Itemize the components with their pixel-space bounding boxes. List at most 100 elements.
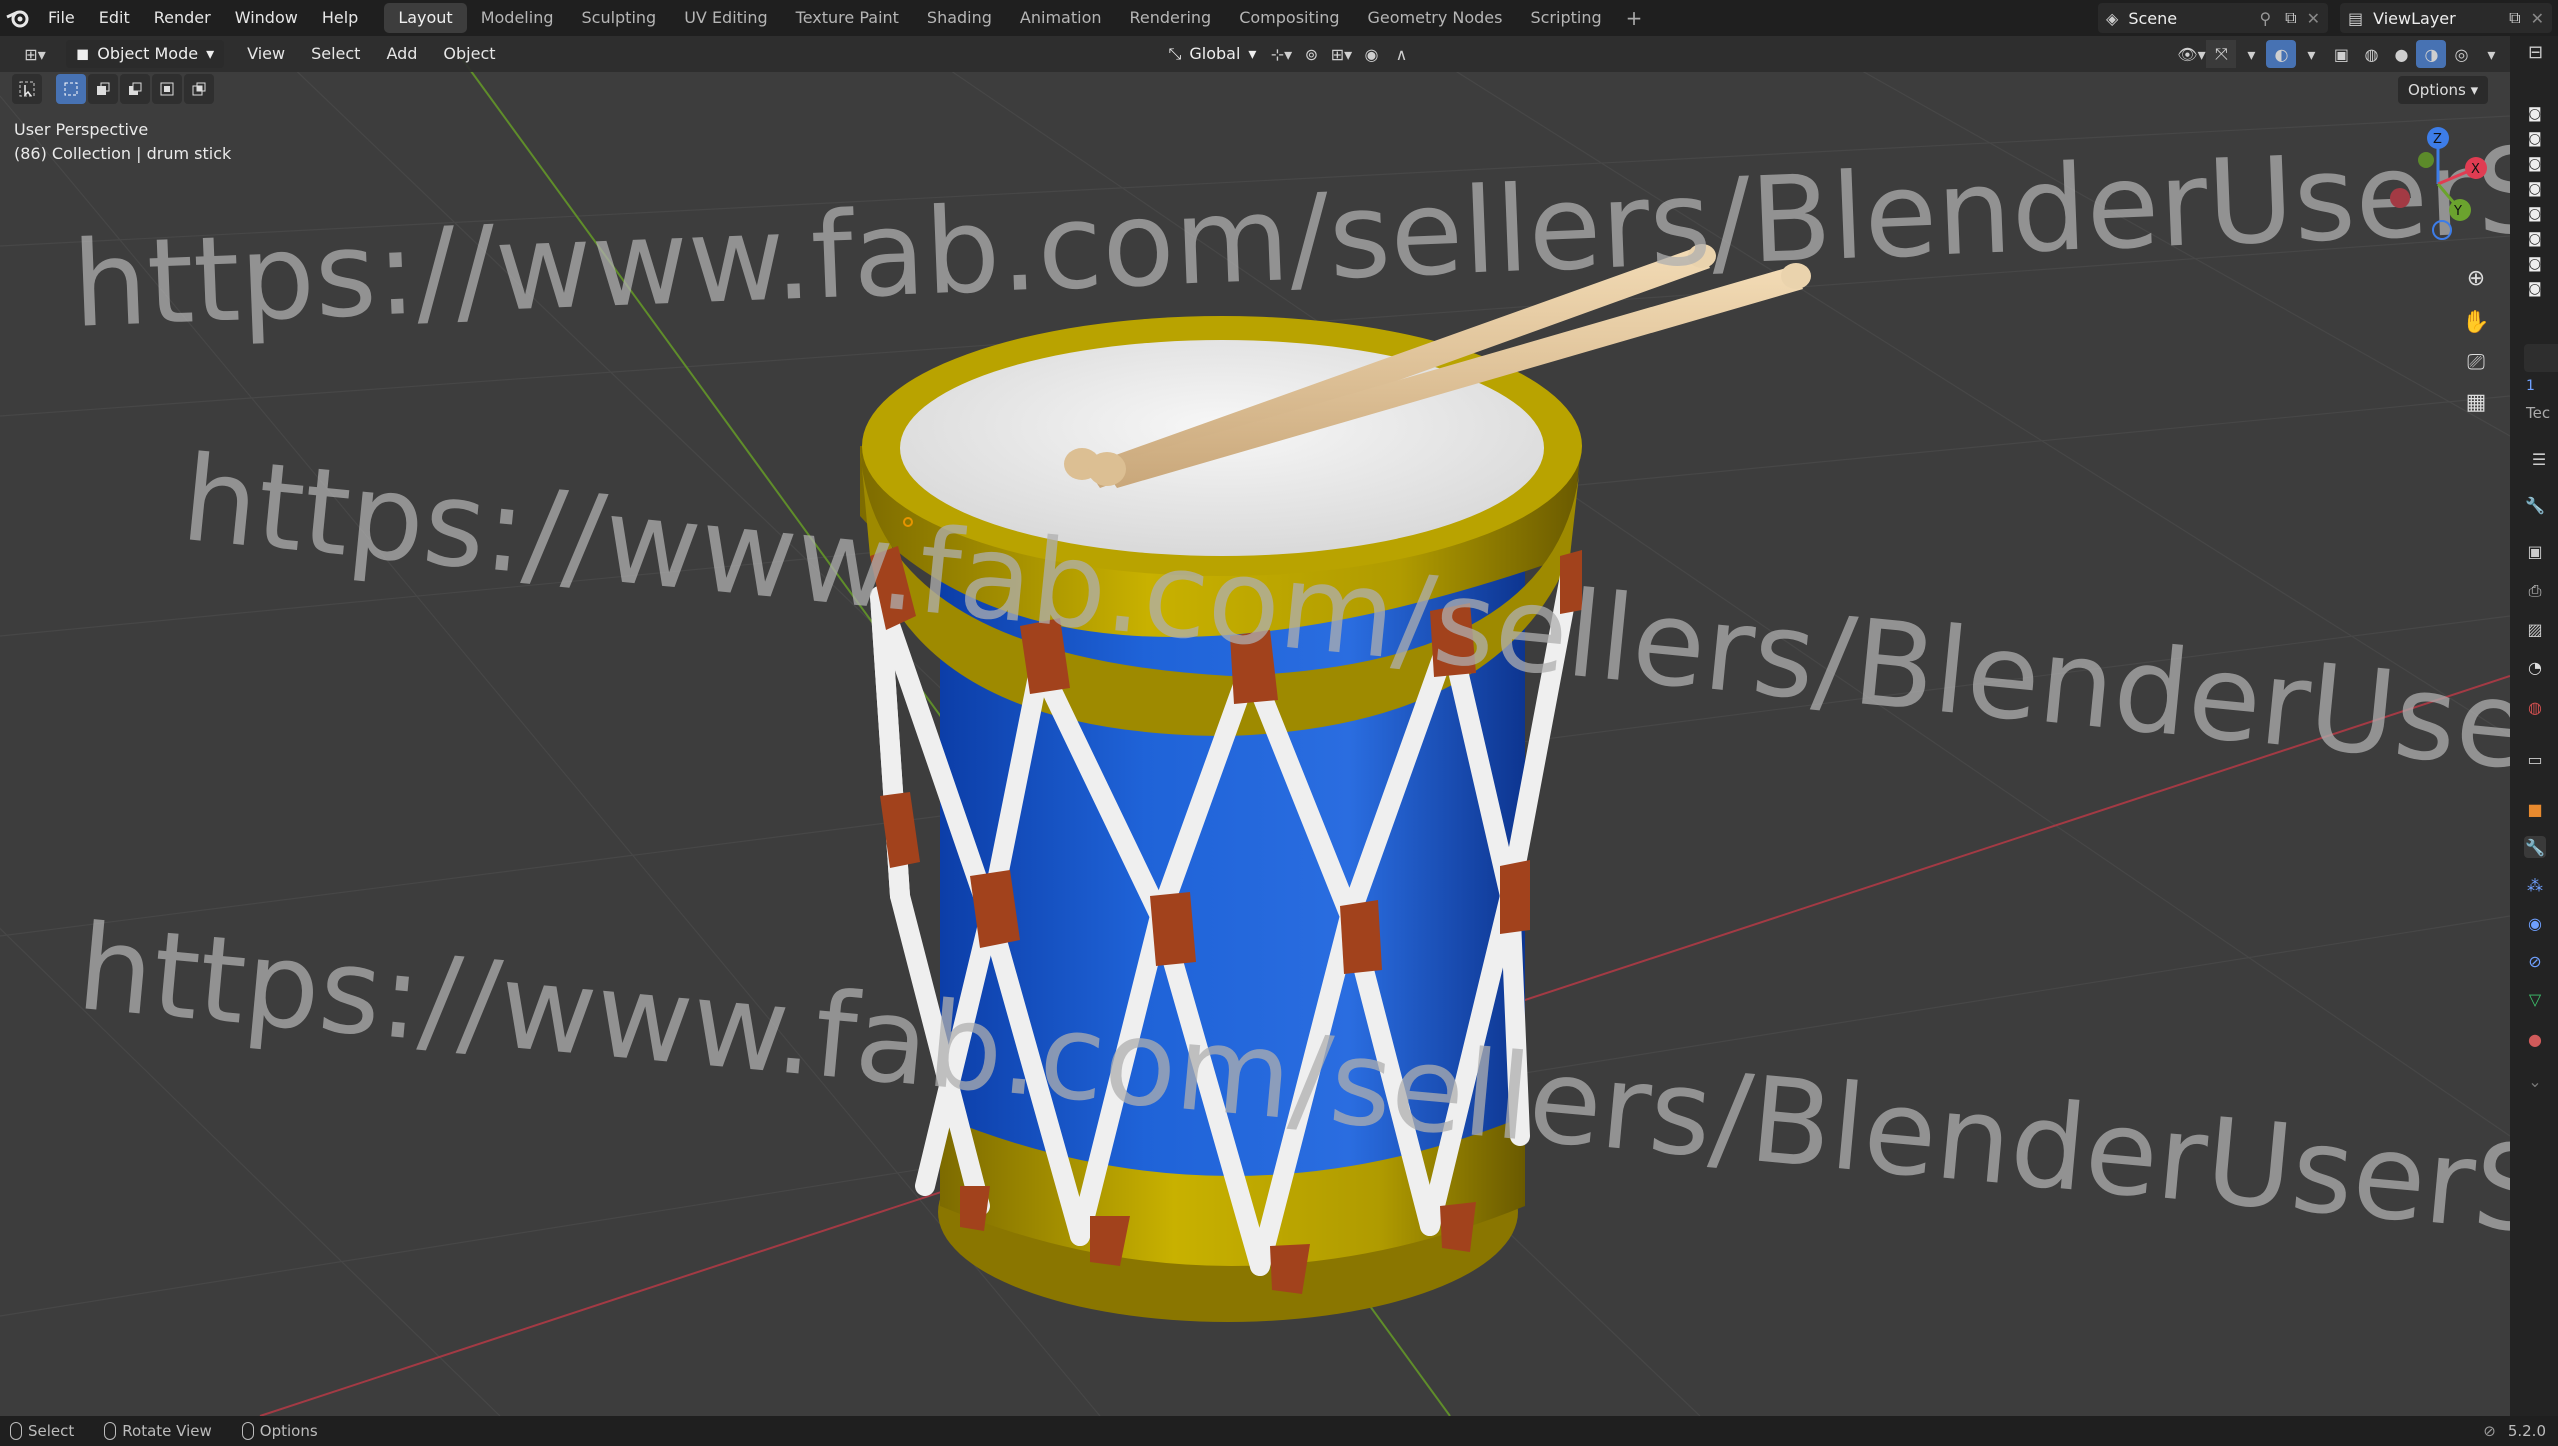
camera-icon[interactable]: ◙ bbox=[2528, 131, 2542, 147]
tab-rendering[interactable]: Rendering bbox=[1116, 3, 1226, 33]
scene-name: Scene bbox=[2128, 8, 2178, 28]
world-properties-icon[interactable]: ◍ bbox=[2524, 696, 2546, 718]
tab-geometry-nodes[interactable]: Geometry Nodes bbox=[1354, 3, 1517, 33]
blender-logo-icon[interactable] bbox=[0, 0, 36, 36]
add-menu[interactable]: Add bbox=[373, 40, 430, 68]
select-invert-icon[interactable] bbox=[152, 74, 182, 104]
material-properties-icon[interactable]: ● bbox=[2524, 1028, 2546, 1050]
select-intersect-icon[interactable] bbox=[184, 74, 214, 104]
camera-icon[interactable]: ◙ bbox=[2528, 106, 2542, 122]
proportional-edit-icon[interactable]: ◉ bbox=[1356, 40, 1386, 68]
object-menu[interactable]: Object bbox=[430, 40, 508, 68]
editor-type-icon[interactable]: ⊞▾ bbox=[14, 40, 56, 68]
menu-help[interactable]: Help bbox=[310, 0, 370, 36]
falloff-icon[interactable]: ∧ bbox=[1386, 40, 1416, 68]
solid-shading-icon[interactable]: ● bbox=[2386, 40, 2416, 68]
rendered-shading-icon[interactable]: ◎ bbox=[2446, 40, 2476, 68]
tab-uv-editing[interactable]: UV Editing bbox=[670, 3, 781, 33]
select-subtract-icon[interactable] bbox=[120, 74, 150, 104]
outliner-editor-icon[interactable]: ⊟ bbox=[2528, 42, 2543, 63]
overlay-dropdown-icon[interactable]: ▾ bbox=[2296, 40, 2326, 68]
side-tab-label[interactable]: Tec bbox=[2526, 404, 2550, 422]
outliner-render-toggles: ◙ ◙ ◙ ◙ ◙ ◙ ◙ ◙ bbox=[2528, 106, 2542, 297]
properties-count: 1 bbox=[2526, 378, 2535, 394]
view-menu[interactable]: View bbox=[234, 40, 298, 68]
gizmo-dropdown-icon[interactable]: ▾ bbox=[2236, 40, 2266, 68]
status-bar: Select Rotate View Options ⊘ 5.2.0 bbox=[0, 1416, 2558, 1446]
select-tool-icon[interactable] bbox=[12, 74, 42, 104]
chevron-down-icon[interactable]: ⌄ bbox=[2524, 1070, 2546, 1092]
snap-icon[interactable]: ⊚ bbox=[1296, 40, 1326, 68]
view-layer-properties-icon[interactable]: ▨ bbox=[2524, 618, 2546, 640]
pin-icon[interactable]: ⚲ bbox=[2259, 9, 2271, 28]
camera-view-icon[interactable]: ⎚ bbox=[2456, 342, 2496, 382]
object-properties-icon[interactable]: ■ bbox=[2524, 798, 2546, 820]
status-rotate-label: Rotate View bbox=[122, 1422, 212, 1440]
add-workspace-icon[interactable]: + bbox=[1616, 6, 1653, 30]
options-dropdown[interactable]: Options ▾ bbox=[2398, 76, 2489, 104]
chevron-down-icon: ▾ bbox=[1248, 44, 1257, 63]
mouse-right-icon bbox=[241, 1422, 254, 1440]
wireframe-shading-icon[interactable]: ◍ bbox=[2356, 40, 2386, 68]
tab-sculpting[interactable]: Sculpting bbox=[567, 3, 670, 33]
output-properties-icon[interactable]: ⎙ bbox=[2524, 580, 2546, 602]
scene-properties-icon[interactable]: ◔ bbox=[2524, 656, 2546, 678]
camera-icon[interactable]: ◙ bbox=[2528, 231, 2542, 247]
particle-properties-icon[interactable]: ⁂ bbox=[2524, 874, 2546, 896]
new-view-layer-icon[interactable]: ⧉ bbox=[2509, 8, 2520, 28]
overlay-toggle-icon[interactable]: ◐ bbox=[2266, 40, 2297, 68]
camera-icon[interactable]: ◙ bbox=[2528, 181, 2542, 197]
viewport-header: ⊞▾ ◼ Object Mode ▾ View Select Add Objec… bbox=[0, 36, 2510, 72]
properties-options-icon[interactable]: ☰ bbox=[2528, 448, 2550, 470]
snap-target-icon[interactable]: ⊞▾ bbox=[1326, 40, 1356, 68]
tab-layout[interactable]: Layout bbox=[384, 3, 467, 33]
physics-properties-icon[interactable]: ◉ bbox=[2524, 912, 2546, 934]
tab-shading[interactable]: Shading bbox=[913, 3, 1006, 33]
menu-window[interactable]: Window bbox=[223, 0, 310, 36]
tab-scripting[interactable]: Scripting bbox=[1516, 3, 1615, 33]
close-scene-icon[interactable]: ✕ bbox=[2307, 9, 2320, 28]
gizmo-toggle-icon[interactable]: ⤧ bbox=[2206, 40, 2237, 68]
properties-editor-icon[interactable] bbox=[2524, 344, 2558, 372]
pivot-point-icon[interactable]: ⊹▾ bbox=[1266, 40, 1296, 68]
tab-texture-paint[interactable]: Texture Paint bbox=[782, 3, 913, 33]
mode-dropdown[interactable]: ◼ Object Mode ▾ bbox=[66, 40, 225, 68]
object-mode-icon: ◼ bbox=[76, 44, 90, 63]
tab-animation[interactable]: Animation bbox=[1006, 3, 1116, 33]
constraint-properties-icon[interactable]: ⊘ bbox=[2524, 950, 2546, 972]
perspective-toggle-icon[interactable]: ▦ bbox=[2456, 382, 2496, 422]
new-scene-icon[interactable]: ⧉ bbox=[2285, 8, 2296, 28]
zoom-icon[interactable]: ⊕ bbox=[2456, 258, 2496, 298]
modifier-properties-icon[interactable]: 🔧 bbox=[2524, 836, 2546, 858]
3d-viewport[interactable]: https://www.fab.com/sellers/BlenderUserS… bbox=[0, 36, 2510, 1416]
xray-icon[interactable]: ▣ bbox=[2326, 40, 2356, 68]
pan-hand-icon[interactable]: ✋ bbox=[2456, 302, 2496, 342]
select-extend-icon[interactable] bbox=[88, 74, 118, 104]
status-options-label: Options bbox=[259, 1422, 318, 1440]
navigation-gizmo[interactable]: Z X Y bbox=[2378, 124, 2498, 244]
close-view-layer-icon[interactable]: ✕ bbox=[2531, 9, 2544, 28]
data-properties-icon[interactable]: ▽ bbox=[2524, 988, 2546, 1010]
view-layer-selector[interactable]: ▤ ViewLayer ⧉ ✕ bbox=[2340, 3, 2552, 33]
select-menu[interactable]: Select bbox=[298, 40, 373, 68]
orientation-dropdown[interactable]: ⤡ Global ▾ bbox=[1159, 40, 1267, 68]
tool-properties-icon[interactable]: 🔧 bbox=[2524, 494, 2546, 516]
select-new-icon[interactable] bbox=[56, 74, 86, 104]
camera-icon[interactable]: ◙ bbox=[2528, 281, 2542, 297]
menu-file[interactable]: File bbox=[36, 0, 87, 36]
menu-edit[interactable]: Edit bbox=[87, 0, 142, 36]
collection-properties-icon[interactable]: ▭ bbox=[2524, 748, 2546, 770]
menu-render[interactable]: Render bbox=[142, 0, 223, 36]
tab-compositing[interactable]: Compositing bbox=[1225, 3, 1353, 33]
status-select-label: Select bbox=[28, 1422, 75, 1440]
shading-dropdown-icon[interactable]: ▾ bbox=[2476, 40, 2506, 68]
tab-modeling[interactable]: Modeling bbox=[467, 3, 568, 33]
camera-icon[interactable]: ◙ bbox=[2528, 206, 2542, 222]
orientation-label: Global bbox=[1189, 44, 1241, 63]
material-preview-icon[interactable]: ◑ bbox=[2416, 40, 2447, 68]
camera-icon[interactable]: ◙ bbox=[2528, 156, 2542, 172]
visibility-icon[interactable]: 👁▾ bbox=[2176, 40, 2206, 68]
camera-icon[interactable]: ◙ bbox=[2528, 256, 2542, 272]
render-properties-icon[interactable]: ▣ bbox=[2524, 540, 2546, 562]
scene-selector[interactable]: ◈ Scene ⚲ ⧉ ✕ bbox=[2098, 3, 2328, 33]
